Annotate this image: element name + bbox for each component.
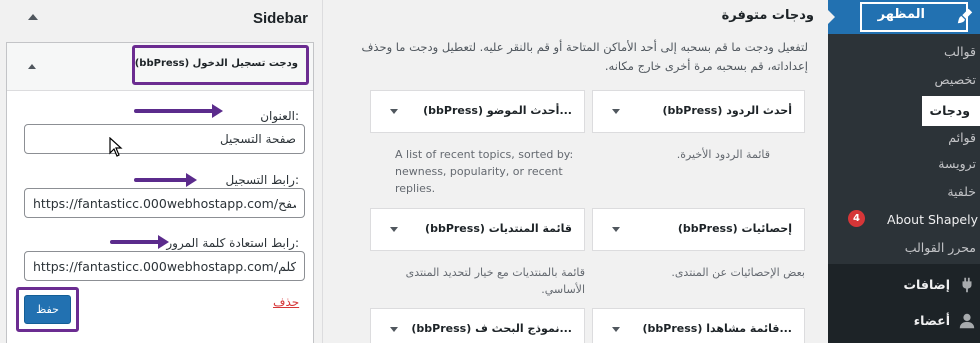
appearance-submenu: قوالب تخصيص ودجات قوائم ترويسة خلفية 4 A… xyxy=(828,34,980,264)
annotation-arrow xyxy=(110,235,169,249)
chevron-down-icon[interactable] xyxy=(390,227,398,232)
user-icon xyxy=(959,313,975,329)
widget-description: قائمة بالمنتديات مع خيار لتحديد المنتدى … xyxy=(405,266,585,296)
widget-title-highlight: (bbPress) ودجت تسجيل الدخول xyxy=(132,45,309,85)
register-url-label: رابط التسجيل: xyxy=(225,173,300,187)
title-input[interactable] xyxy=(24,124,305,154)
available-widgets-title: ودجات متوفرة xyxy=(721,8,814,23)
widget-card[interactable]: (bbPress) نموذج البحث ف... xyxy=(370,308,585,343)
submenu-item-background[interactable]: خلفية xyxy=(947,184,976,199)
widget-card-title: (bbPress) قائمة المنتديات xyxy=(425,222,572,235)
submenu-item-widgets-label: ودجات xyxy=(929,103,970,118)
menu-item-appearance-label: المظهر xyxy=(877,7,925,22)
chevron-down-icon[interactable] xyxy=(390,327,398,332)
available-widgets-panel: ودجات متوفرة لتفعيل ودجت ما قم بسحبه إلى… xyxy=(323,0,828,343)
register-url-input[interactable] xyxy=(24,188,305,218)
sidebar-panel: Sidebar (bbPress) ودجت تسجيل الدخول العن… xyxy=(0,0,322,343)
menu-item-users[interactable]: أعضاء xyxy=(828,304,980,338)
mouse-cursor-icon xyxy=(109,137,123,157)
widget-card[interactable]: (bbPress) أحدث الردود xyxy=(592,90,805,133)
wp-admin-widgets-screen: Sidebar (bbPress) ودجت تسجيل الدخول العن… xyxy=(0,0,980,343)
current-menu-arrow-icon xyxy=(827,9,835,25)
plug-icon xyxy=(962,277,972,293)
widget-card-title: (bbPress) نموذج البحث ف... xyxy=(411,322,572,335)
submenu-item-menus[interactable]: قوائم xyxy=(948,130,976,145)
chevron-down-icon[interactable] xyxy=(390,109,398,114)
menu-item-plugins-label: إضافات xyxy=(903,277,951,292)
paintbrush-icon xyxy=(957,8,973,24)
widget-card[interactable]: (bbPress) قائمة المنتديات xyxy=(370,208,585,251)
annotation-arrow xyxy=(134,173,197,187)
delete-link[interactable]: حذف xyxy=(273,295,299,309)
widget-header[interactable]: (bbPress) ودجت تسجيل الدخول xyxy=(7,43,313,91)
save-button[interactable]: حفظ xyxy=(24,295,71,324)
available-widgets-description: لتفعيل ودجت ما قم بسحبه إلى أحد الأماكن … xyxy=(361,40,808,73)
login-widget: (bbPress) ودجت تسجيل الدخول العنوان: راب… xyxy=(6,42,314,343)
chevron-down-icon[interactable] xyxy=(612,109,620,114)
sidebar-title: Sidebar xyxy=(252,10,308,27)
widget-title: (bbPress) ودجت تسجيل الدخول xyxy=(134,58,298,69)
annotation-arrow xyxy=(134,104,223,118)
widget-description: A list of recent topics, sorted by: newn… xyxy=(395,148,574,195)
widget-card-title: (bbPress) أحدث الردود xyxy=(662,104,793,117)
collapse-toggle-icon[interactable] xyxy=(28,14,38,20)
widget-card-title: (bbPress) قائمة مشاهدا... xyxy=(642,322,792,335)
save-highlight: حفظ xyxy=(16,287,79,332)
widget-card[interactable]: (bbPress) قائمة مشاهدا... xyxy=(592,308,805,343)
submenu-item-widgets[interactable]: ودجات xyxy=(922,96,980,126)
title-label: العنوان: xyxy=(260,109,299,123)
submenu-item-customize[interactable]: تخصيص xyxy=(935,72,976,87)
sidebar-header[interactable]: Sidebar xyxy=(0,0,322,40)
submenu-item-about-shapely[interactable]: About Shapely xyxy=(887,212,978,227)
chevron-down-icon[interactable] xyxy=(612,327,620,332)
widget-description: بعض الإحصائيات عن المنتدى. xyxy=(671,266,805,279)
submenu-item-header[interactable]: ترويسة xyxy=(938,156,976,171)
submenu-item-themes[interactable]: قوالب xyxy=(944,44,976,59)
menu-item-plugins[interactable]: إضافات xyxy=(828,268,980,302)
lost-password-url-input[interactable] xyxy=(24,251,305,281)
notification-badge: 4 xyxy=(848,210,865,227)
widget-card[interactable]: (bbPress) إحصائيات xyxy=(592,208,805,251)
widget-description: قائمة الردود الأخيرة. xyxy=(676,148,770,161)
widget-card[interactable]: (bbPress) أحدث الموضو... xyxy=(370,90,585,133)
widget-collapse-icon[interactable] xyxy=(28,64,36,69)
menu-item-users-label: أعضاء xyxy=(913,313,950,328)
menu-item-appearance[interactable]: المظهر xyxy=(827,0,980,34)
lost-password-url-label: رابط استعادة كلمة المرور: xyxy=(166,236,299,250)
submenu-item-theme-editor[interactable]: محرر القوالب xyxy=(905,240,976,255)
widget-card-title: (bbPress) إحصائيات xyxy=(677,222,792,235)
chevron-down-icon[interactable] xyxy=(612,227,620,232)
widget-card-title: (bbPress) أحدث الموضو... xyxy=(423,104,572,117)
admin-menu: المظهر قوالب تخصيص ودجات قوائم ترويسة خل… xyxy=(827,0,980,343)
